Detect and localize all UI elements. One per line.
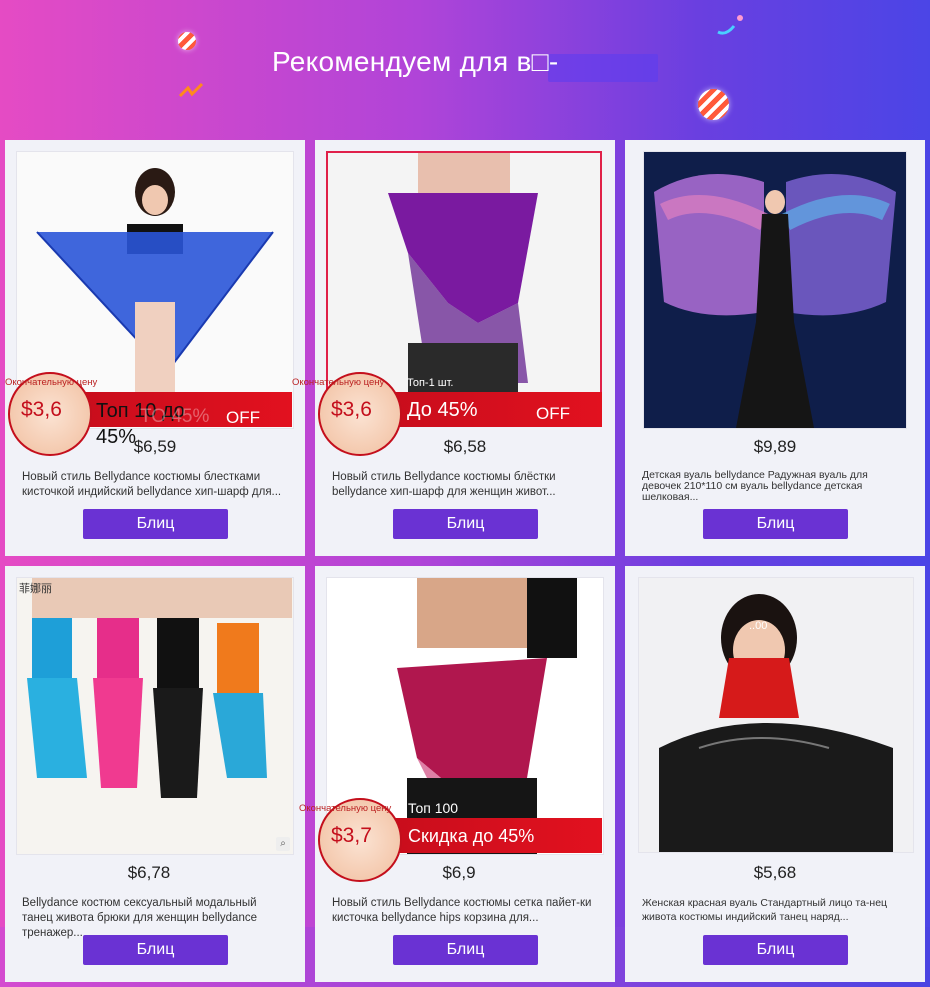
promo-price: $3,6 — [21, 398, 62, 421]
blitz-button[interactable]: Блиц — [393, 935, 538, 965]
confetti-ball-icon — [698, 89, 729, 120]
product-description[interactable]: Новый стиль Bellydance костюмы сетка пай… — [332, 896, 592, 926]
product-image[interactable] — [643, 151, 907, 429]
product-price: $6,9 — [442, 863, 476, 882]
promo-banner: Окончательную цену $3,6 Топ 10 до 45% TO… — [5, 372, 292, 456]
product-card[interactable]: $9,89 Детская вуаль bellydance Радужная … — [625, 140, 925, 556]
page-title: Рекомендуем для в□- — [272, 46, 559, 77]
confetti-squiggle-icon — [178, 80, 206, 100]
final-price-label: Окончательную цену — [299, 803, 392, 814]
product-description[interactable]: Новый стиль Bellydance костюмы блёстки b… — [332, 470, 592, 500]
blitz-button[interactable]: Блиц — [703, 935, 848, 965]
product-card[interactable]: Окончательную цену $3,6 Топ 10 до 45% TO… — [5, 140, 305, 556]
product-description[interactable]: Новый стиль Bellydance костюмы блестками… — [22, 470, 282, 500]
product-card[interactable]: ..00 $5,68 Женская красная вуаль Стандар… — [625, 566, 925, 982]
confetti-ball-icon — [178, 32, 196, 50]
promo-banner: Окончательную цену $3,7 Топ 100 Скидка д… — [299, 798, 602, 882]
promo-tag: Топ-1 шт. — [407, 377, 454, 389]
final-price-label: Окончательную цену — [292, 377, 385, 388]
blitz-button[interactable]: Блиц — [83, 509, 228, 539]
promo-tag: Топ 100 — [408, 800, 459, 816]
product-price: $6,78 — [127, 863, 171, 882]
title-highlight — [548, 54, 658, 82]
promo-off-label: OFF — [536, 404, 570, 423]
promo-price: $3,6 — [331, 398, 372, 421]
product-card[interactable]: Окончательную цену $3,7 Топ 100 Скидка д… — [299, 566, 615, 982]
product-price: $9,89 — [753, 437, 797, 456]
product-price: $5,68 — [753, 863, 797, 882]
product-image[interactable]: ..00 — [638, 577, 914, 853]
blitz-button[interactable]: Блиц — [83, 935, 228, 965]
promo-ghost-text: TO 45% — [140, 406, 210, 427]
final-price-label: Окончательную цену — [5, 377, 98, 388]
promo-banner: Окончательную цену $3,6 Топ-1 шт. До 45%… — [292, 372, 602, 456]
promo-off-label: OFF — [226, 408, 260, 427]
image-text: ..00 — [749, 620, 768, 632]
product-image[interactable]: 菲娜丽 ⌕ — [16, 577, 294, 855]
brand-badge: 菲娜丽 — [19, 583, 52, 595]
product-description[interactable]: Детская вуаль bellydance Радужная вуаль … — [642, 470, 902, 503]
promo-headline: До 45% — [407, 399, 478, 421]
promo-headline: Скидка до 45% — [408, 826, 535, 846]
zoom-icon[interactable]: ⌕ — [276, 837, 290, 851]
blitz-button[interactable]: Блиц — [393, 509, 538, 539]
product-price: $6,58 — [443, 437, 487, 456]
product-description[interactable]: Женская красная вуаль Стандартный лицо т… — [642, 896, 902, 924]
product-card[interactable]: Окончательную цену $3,6 Топ-1 шт. До 45%… — [292, 140, 615, 556]
product-card[interactable]: 菲娜丽 ⌕ $6,78 Bellydance костюм сексуальны… — [5, 566, 305, 982]
blitz-button[interactable]: Блиц — [703, 509, 848, 539]
promo-price: $3,7 — [331, 824, 372, 847]
product-price: $6,59 — [133, 437, 177, 456]
confetti-streamer-icon — [714, 14, 744, 38]
